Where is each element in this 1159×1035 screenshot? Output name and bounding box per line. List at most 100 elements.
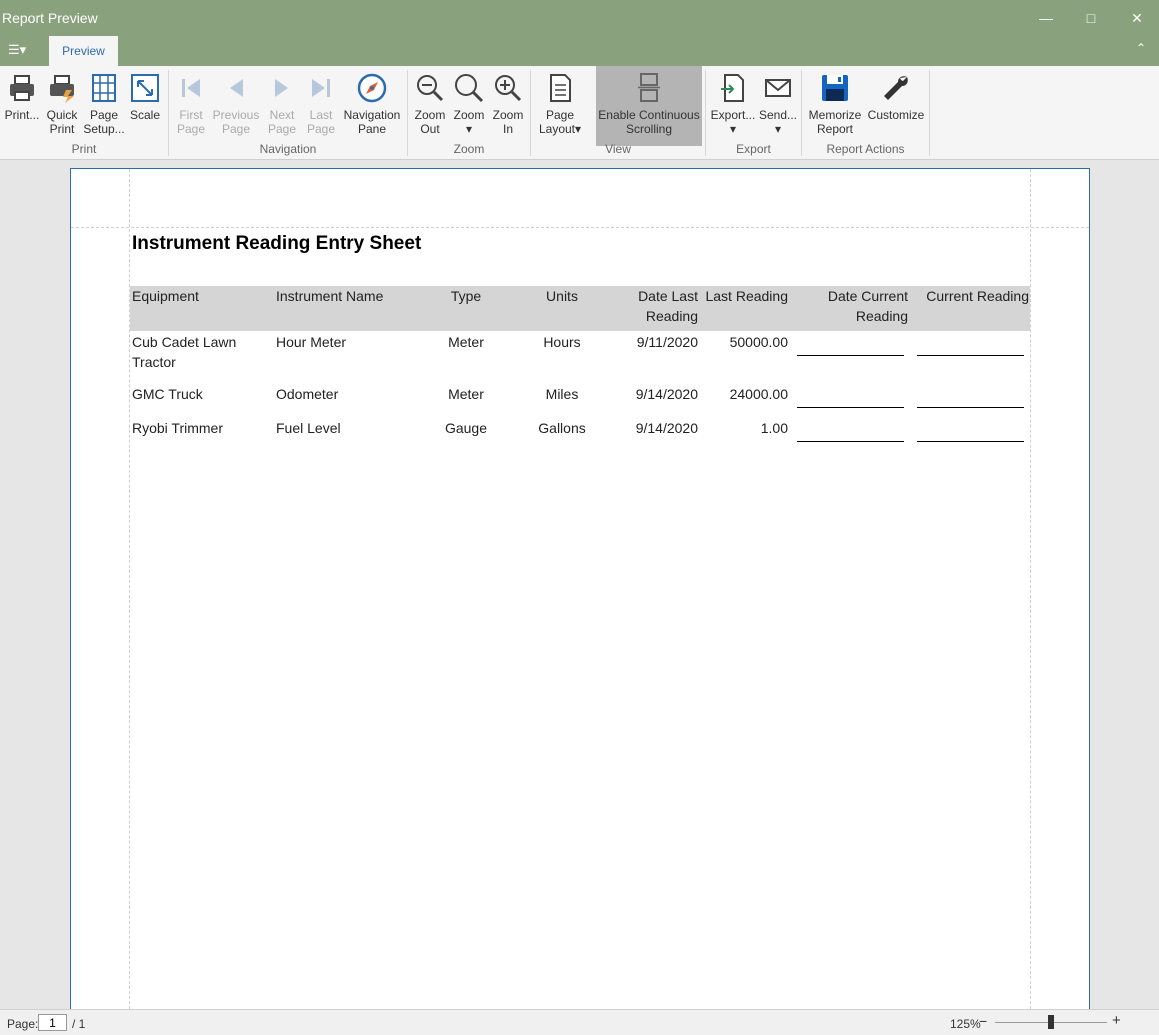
row-units: Gallons bbox=[538, 420, 586, 436]
application-menu-icon[interactable]: ☰▾ bbox=[8, 42, 36, 62]
page-setup-label-1: Page bbox=[89, 108, 119, 122]
continuous-scrolling-label-2: Scrolling bbox=[625, 122, 673, 136]
current-reading-entry-line bbox=[917, 441, 1024, 442]
zoom-dropdown-icon: ▾ bbox=[465, 122, 473, 136]
header-current-reading: Current Reading bbox=[926, 288, 1029, 304]
continuous-scrolling-label-1: Enable Continuous bbox=[598, 108, 700, 122]
row-instrument-name: Odometer bbox=[276, 386, 339, 402]
minimize-button[interactable]: — bbox=[1026, 4, 1066, 32]
memorize-report-label-1: Memorize bbox=[808, 108, 862, 122]
group-export-label: Export bbox=[736, 142, 771, 156]
row-type: Meter bbox=[448, 334, 484, 350]
zoom-label: Zoom bbox=[453, 108, 485, 122]
zoom-out-button[interactable]: Zoom Out bbox=[412, 66, 448, 146]
send-button[interactable]: Send... ▾ bbox=[758, 66, 798, 146]
first-page-label-2: Page bbox=[176, 122, 206, 136]
status-bar: Page: / 1 125% − + bbox=[0, 1009, 1159, 1035]
group-navigation-label: Navigation bbox=[259, 142, 317, 156]
report-title: Instrument Reading Entry Sheet bbox=[132, 233, 422, 254]
report-preview-window: Report Preview — □ ✕ ☰▾ Preview ⌃ Print.… bbox=[0, 0, 1159, 1035]
zoom-in-label-1: Zoom bbox=[492, 108, 524, 122]
send-label: Send... bbox=[758, 108, 798, 122]
zoom-slider-thumb[interactable] bbox=[1048, 1015, 1054, 1029]
group-view-label: View bbox=[605, 142, 631, 156]
enable-continuous-scrolling-button[interactable]: Enable Continuous Scrolling bbox=[596, 66, 702, 146]
row-type: Meter bbox=[448, 386, 484, 402]
row-date-last: 9/11/2020 bbox=[636, 334, 698, 350]
memorize-report-button[interactable]: Memorize Report bbox=[805, 66, 865, 146]
zoom-button[interactable]: Zoom ▾ bbox=[450, 66, 488, 146]
group-print-label: Print bbox=[71, 142, 97, 156]
compass-icon bbox=[357, 73, 387, 103]
quick-print-button[interactable]: Quick Print bbox=[42, 66, 82, 146]
zoom-minus-button[interactable]: − bbox=[979, 1013, 987, 1029]
export-button[interactable]: Export... ▾ bbox=[709, 66, 757, 146]
row-units: Hours bbox=[543, 334, 581, 350]
save-disk-icon bbox=[822, 75, 848, 101]
printer-icon bbox=[10, 75, 34, 101]
quick-print-label-1: Quick bbox=[46, 108, 78, 122]
last-page-button[interactable]: Last Page bbox=[302, 66, 340, 146]
navigation-pane-label-1: Navigation bbox=[343, 108, 401, 122]
export-label: Export... bbox=[710, 108, 756, 122]
page-layout-button[interactable]: Page Layout▾ bbox=[534, 66, 586, 146]
row-equipment-1: GMC Truck bbox=[132, 386, 203, 402]
continuous-scrolling-icon bbox=[638, 73, 660, 102]
row-instrument-name: Fuel Level bbox=[276, 420, 341, 436]
print-label: Print... bbox=[4, 108, 40, 122]
header-equipment: Equipment bbox=[132, 288, 199, 304]
row-type: Gauge bbox=[444, 420, 488, 436]
header-last-reading: Last Reading bbox=[705, 288, 788, 304]
row-date-last: 9/14/2020 bbox=[635, 420, 698, 436]
top-margin-guide bbox=[71, 227, 1089, 228]
customize-label: Customize bbox=[867, 108, 925, 122]
date-current-entry-line bbox=[797, 407, 904, 408]
page-layout-label-1: Page bbox=[545, 108, 575, 122]
zoom-in-button[interactable]: Zoom In bbox=[490, 66, 526, 146]
print-button[interactable]: Print... bbox=[4, 66, 40, 146]
document-viewer[interactable]: Instrument Reading Entry Sheet Equipment… bbox=[0, 161, 1159, 1014]
first-page-button[interactable]: First Page bbox=[172, 66, 210, 146]
previous-page-label-1: Previous bbox=[212, 108, 260, 122]
collapse-ribbon-icon[interactable]: ⌃ bbox=[1136, 41, 1146, 55]
customize-button[interactable]: Customize bbox=[866, 66, 926, 146]
export-dropdown-icon: ▾ bbox=[729, 122, 737, 136]
page-layout-icon bbox=[550, 74, 571, 102]
page-setup-button[interactable]: Page Setup... bbox=[82, 66, 126, 146]
close-button[interactable]: ✕ bbox=[1117, 4, 1157, 32]
tab-preview[interactable]: Preview bbox=[49, 36, 118, 66]
zoom-in-icon bbox=[495, 75, 522, 102]
header-units: Units bbox=[546, 288, 578, 304]
group-zoom-label: Zoom bbox=[453, 142, 485, 156]
export-document-icon bbox=[721, 74, 744, 102]
send-dropdown-icon: ▾ bbox=[774, 122, 782, 136]
navigation-pane-button[interactable]: Navigation Pane bbox=[342, 66, 402, 146]
row-last-reading: 1.00 bbox=[760, 420, 788, 436]
last-page-icon bbox=[312, 79, 330, 97]
row-equipment-1: Cub Cadet Lawn bbox=[132, 334, 237, 350]
right-margin-guide bbox=[1030, 169, 1031, 1014]
row-equipment-1: Ryobi Trimmer bbox=[132, 420, 224, 436]
last-page-label-2: Page bbox=[306, 122, 336, 136]
page-layout-label-2: Layout bbox=[538, 122, 575, 136]
header-type: Type bbox=[450, 288, 482, 304]
zoom-plus-button[interactable]: + bbox=[1112, 1012, 1121, 1029]
row-equipment-2: Tractor bbox=[132, 354, 176, 370]
page-setup-icon bbox=[92, 74, 116, 102]
next-page-button[interactable]: Next Page bbox=[262, 66, 302, 146]
zoom-out-label-1: Zoom bbox=[414, 108, 446, 122]
quick-print-label-2: Print bbox=[49, 122, 75, 136]
scale-label: Scale bbox=[129, 108, 161, 122]
group-separator bbox=[929, 70, 930, 156]
scale-button[interactable]: Scale bbox=[128, 66, 162, 146]
ribbon: Print... Quick Print Page Setup... Scale… bbox=[0, 66, 1159, 160]
maximize-button[interactable]: □ bbox=[1071, 4, 1111, 32]
previous-page-button[interactable]: Previous Page bbox=[212, 66, 260, 146]
current-reading-entry-line bbox=[917, 355, 1024, 356]
previous-page-icon bbox=[230, 79, 243, 97]
date-current-entry-line bbox=[797, 441, 904, 442]
page-number-input[interactable] bbox=[38, 1014, 67, 1031]
current-reading-entry-line bbox=[917, 407, 1024, 408]
title-bar: Report Preview — □ ✕ bbox=[0, 0, 1159, 36]
previous-page-label-2: Page bbox=[221, 122, 251, 136]
